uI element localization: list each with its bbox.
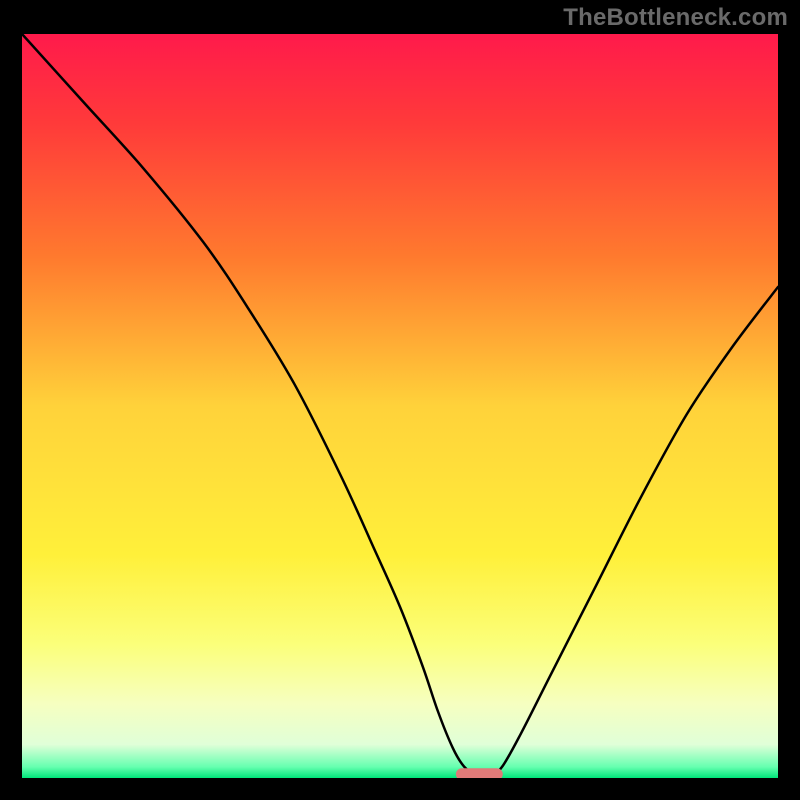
chart-frame: TheBottleneck.com [0,0,800,800]
chart-plot-area [22,34,778,778]
watermark-text: TheBottleneck.com [563,4,788,32]
chart-svg [22,34,778,778]
chart-gradient-bg [22,34,778,778]
optimal-marker [456,768,503,778]
